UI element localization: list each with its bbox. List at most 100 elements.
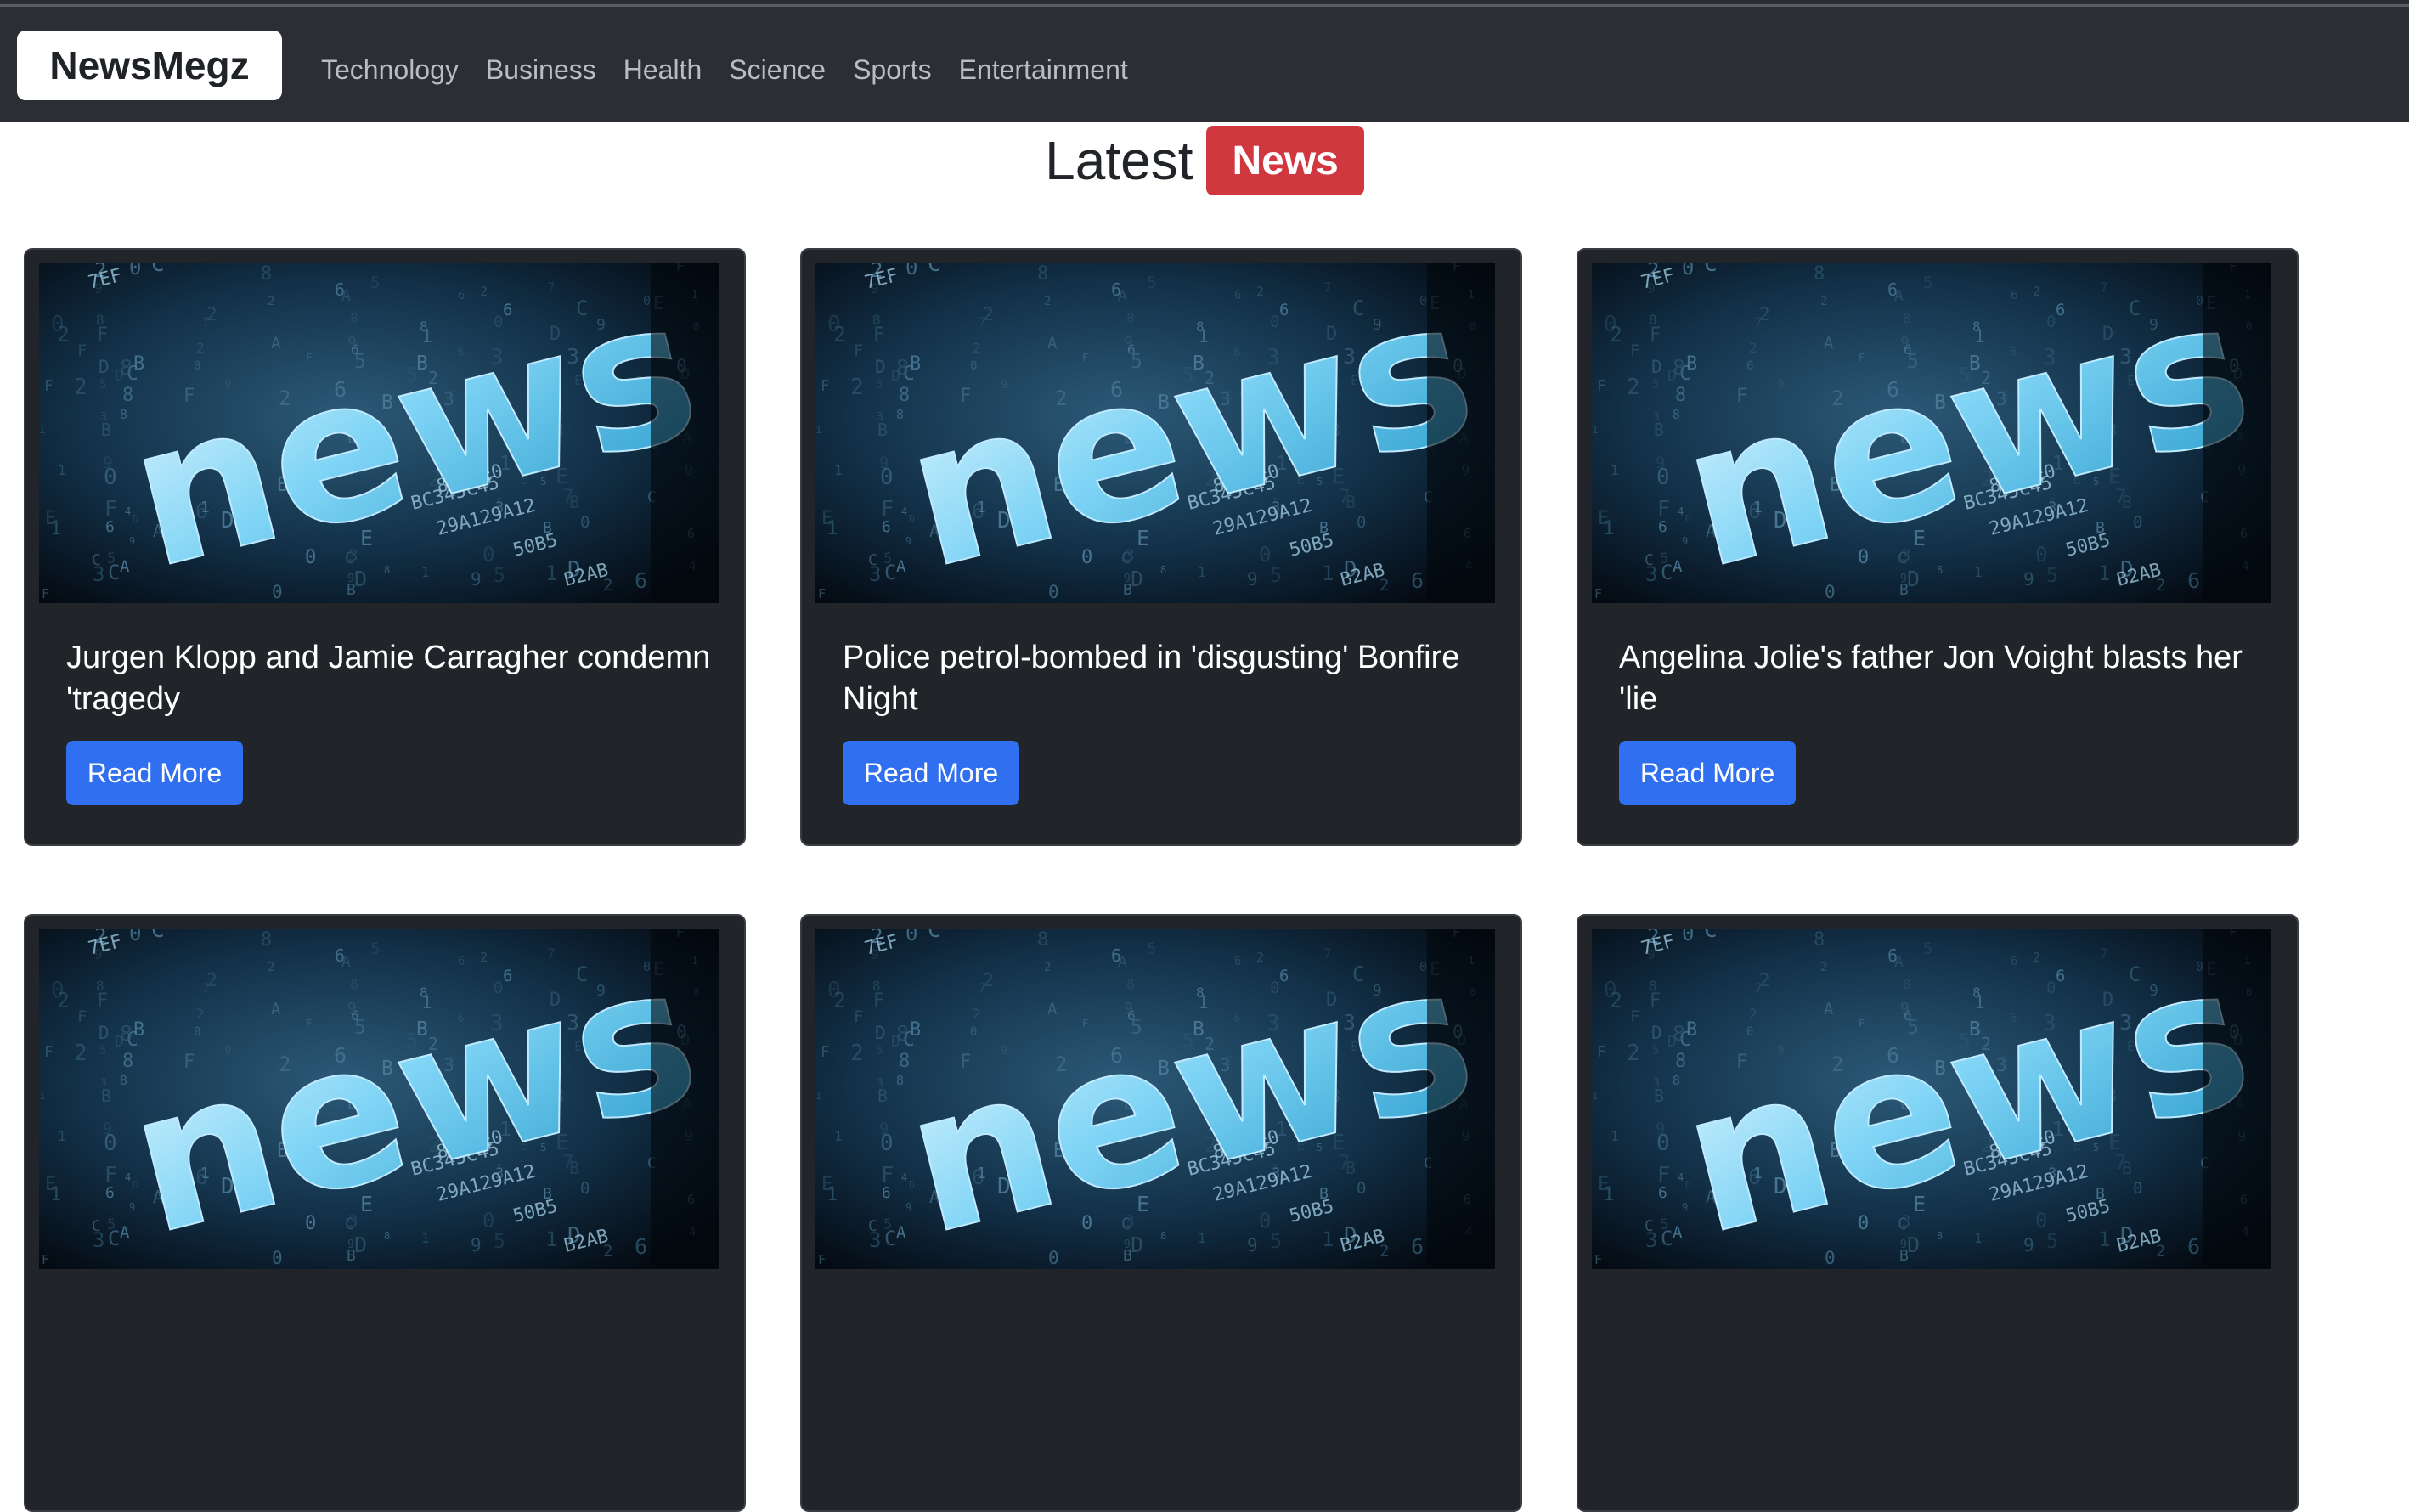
hex-digit-decoration: 0 [104, 1131, 117, 1156]
hex-digit-decoration: 1 [1974, 1230, 1983, 1246]
hex-digit-decoration: 2 [1256, 950, 1264, 965]
hex-digit-decoration: F [1597, 377, 1606, 395]
news-card: 8C2F83533AD2D5FFCB02506EE96ABD6B20A69880… [800, 914, 1522, 1512]
hex-digit-decoration: F [97, 990, 108, 1012]
hex-digit-decoration: 4 [1678, 1171, 1684, 1183]
news-card-image: 8C2F83533AD2D5FFCB02506EE96ABD6B20A69880… [815, 929, 1495, 1269]
hex-digit-decoration: 0 [482, 543, 494, 567]
hex-digit-decoration: 1 [2098, 561, 2110, 585]
news-image-graphic: 8C2F83533AD2D5FFCB02506EE96ABD6B20A69880… [1592, 929, 2271, 1269]
hex-digit-decoration: A [271, 334, 281, 353]
hex-digit-decoration: F [104, 496, 117, 521]
hex-digit-decoration: 0 [1259, 543, 1271, 567]
read-more-button[interactable]: Read More [66, 741, 243, 805]
hex-digit-decoration: 0 [1656, 465, 1670, 490]
hex-digit-decoration: 2 [1759, 970, 1770, 990]
nav-link-business[interactable]: Business [486, 54, 596, 86]
hex-digit-decoration: 4 [901, 1171, 907, 1183]
hex-digit-decoration: F [881, 1162, 894, 1187]
hex-digit-decoration: 6 [1111, 279, 1121, 300]
hex-digit-decoration: 2 [833, 988, 846, 1013]
hex-digit-decoration: C [151, 929, 165, 943]
hex-digit-decoration: 3 [869, 562, 881, 586]
hex-digit-decoration: C [884, 1227, 896, 1250]
image-vignette [1427, 263, 1495, 603]
hex-digit-decoration: 0 [129, 263, 141, 279]
hex-digit-decoration: 6 [1411, 1234, 1424, 1259]
hex-digit-decoration: 1 [1322, 1227, 1334, 1251]
hex-digit-decoration: 2 [973, 1006, 981, 1022]
window-top-border [0, 0, 2409, 7]
hex-digit-decoration: 0 [880, 465, 894, 490]
hex-digit-decoration: 5 [370, 939, 380, 958]
brand-logo-link[interactable]: NewsMegz [17, 31, 282, 100]
hex-digit-decoration: 6 [105, 518, 115, 536]
hex-digit-decoration: 1 [1592, 424, 1598, 436]
hex-digit-decoration: 5 [1923, 274, 1932, 292]
hex-digit-decoration: 9 [471, 1235, 482, 1255]
hex-digit-decoration: 5 [1923, 939, 1932, 958]
read-more-button[interactable]: Read More [1619, 741, 1796, 805]
hex-digit-decoration: 6 [105, 1184, 115, 1202]
nav-link-science[interactable]: Science [729, 54, 826, 86]
nav-link-health[interactable]: Health [623, 54, 702, 86]
hex-digit-decoration: 0 [1682, 263, 1694, 279]
hex-digit-decoration: F [1630, 341, 1639, 360]
hex-digit-decoration: B [101, 1086, 111, 1106]
hex-digit-decoration: 8 [1037, 263, 1048, 285]
hex-digit-decoration: A [1047, 334, 1058, 353]
hex-digit-decoration: 8 [384, 564, 390, 576]
news-card-title: Angelina Jolie's father Jon Voight blast… [1619, 640, 2243, 717]
hex-digit-decoration: F [818, 586, 826, 601]
news-card: 8C2F83533AD2D5FFCB02506EE96ABD6B20A69880… [24, 914, 746, 1512]
hex-digit-decoration: F [97, 324, 108, 346]
hex-digit-decoration: 6 [1887, 279, 1898, 300]
hex-digit-decoration: 0 [1357, 1179, 1366, 1198]
hex-digit-decoration: 2 [850, 1041, 864, 1066]
hex-digit-decoration: F [77, 341, 87, 360]
nav-link-technology[interactable]: Technology [321, 54, 459, 86]
hex-digit-decoration: F [1650, 990, 1661, 1012]
hex-digit-decoration: 2 [57, 322, 70, 347]
hex-digit-decoration: B [1686, 1019, 1697, 1041]
news-image-graphic: 8C2F83533AD2D5FFCB02506EE96ABD6B20A69880… [815, 263, 1495, 603]
news-card: 8C2F83533AD2D5FFCB02506EE96ABD6B20A69880… [24, 248, 746, 846]
hex-digit-decoration: 2 [983, 970, 994, 990]
hex-digit-decoration: 5 [1147, 939, 1156, 958]
heading-latest: Latest [1045, 130, 1193, 191]
hex-digit-decoration: D [99, 1023, 110, 1043]
nav-link-sports[interactable]: Sports [853, 54, 931, 86]
hex-digit-decoration: 2 [2033, 950, 2040, 965]
hex-digit-decoration: 1 [1611, 462, 1619, 478]
read-more-button[interactable]: Read More [843, 741, 1019, 805]
hex-digit-decoration: 1 [834, 1128, 843, 1144]
hex-digit-decoration: F [881, 496, 894, 521]
hex-digit-decoration: 9 [1682, 535, 1688, 547]
hex-digit-decoration: 0 [104, 465, 117, 490]
hex-digit-decoration: 8 [1126, 976, 1135, 992]
hex-digit-decoration: F [104, 1162, 117, 1187]
hex-digit-decoration: 8 [896, 1021, 909, 1046]
hex-digit-decoration: 9 [471, 569, 482, 590]
hex-digit-decoration: D [354, 567, 367, 591]
hex-digit-decoration: 0 [1357, 513, 1366, 532]
hex-digit-decoration: 2 [983, 304, 994, 324]
hex-digit-decoration: 5 [2046, 1231, 2058, 1253]
hex-digit-decoration: C [1704, 929, 1718, 943]
hex-digit-decoration: 0 [905, 929, 917, 945]
hex-digit-decoration: 6 [1887, 945, 1898, 966]
hex-digit-decoration: C [108, 561, 120, 584]
hex-digit-decoration: 8 [350, 976, 358, 992]
hex-digit-decoration: 2 [1749, 340, 1757, 356]
hex-digit-decoration: 1 [1198, 1230, 1206, 1246]
nav-link-entertainment[interactable]: Entertainment [959, 54, 1128, 86]
hex-digit-decoration: 5 [494, 565, 505, 587]
hex-digit-decoration: F [1650, 324, 1661, 346]
hex-digit-decoration: 8 [261, 929, 272, 951]
hex-digit-decoration: F [77, 1007, 87, 1026]
news-image-graphic: 8C2F83533AD2D5FFCB02506EE96ABD6B20A69880… [39, 929, 719, 1269]
hex-digit-decoration: F [854, 1007, 863, 1026]
hex-digit-decoration: 4 [901, 505, 907, 517]
hex-digit-decoration: 1 [50, 518, 61, 539]
hex-digit-decoration: 8 [350, 310, 358, 326]
